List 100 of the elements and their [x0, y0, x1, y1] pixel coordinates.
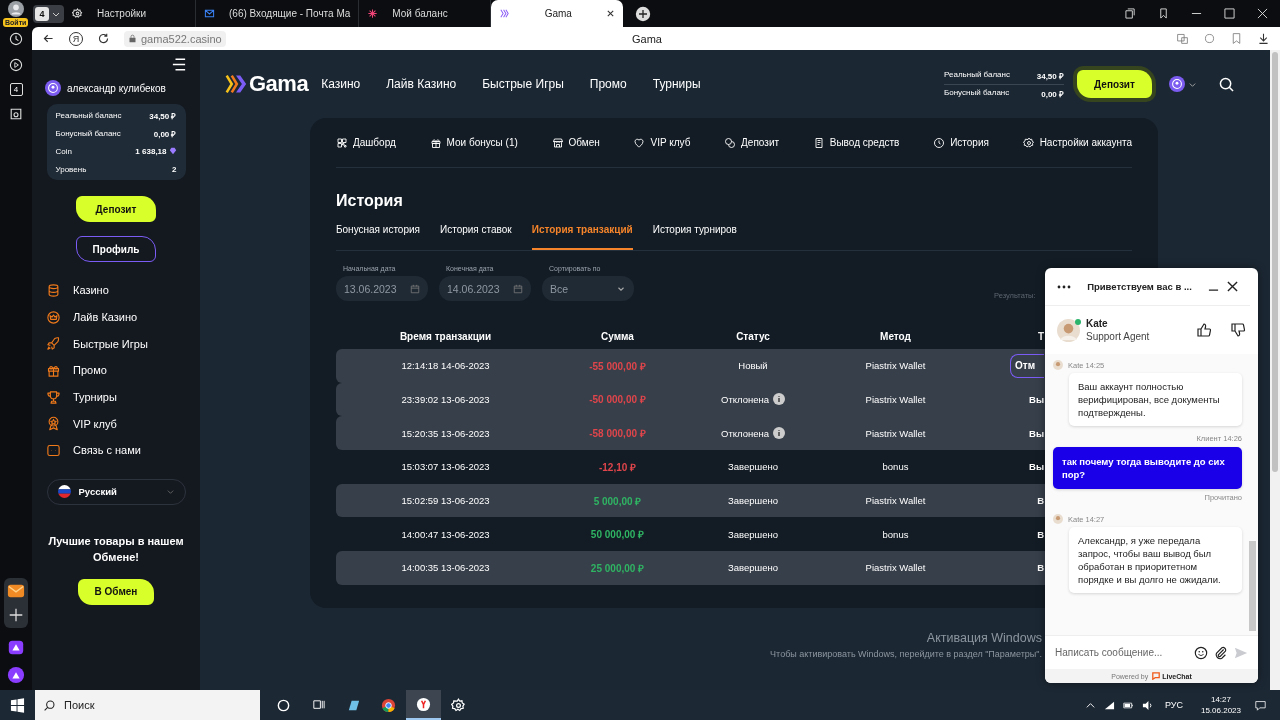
extension-icon[interactable]	[1203, 32, 1216, 45]
back-icon[interactable]	[42, 32, 55, 45]
history-tab[interactable]: История транзакций	[531, 219, 633, 250]
nav-link[interactable]: Быстрые Игры	[482, 77, 564, 91]
exchange-button[interactable]: В Обмен	[78, 578, 154, 605]
volume-icon[interactable]	[1141, 699, 1153, 711]
account-tab[interactable]: VIP клуб	[633, 136, 691, 149]
address-field[interactable]: gama522.casino	[124, 30, 226, 47]
balance-label: Реальный баланс	[55, 110, 122, 120]
account-tab[interactable]: Дашборд	[336, 136, 396, 149]
thumbs-up-icon[interactable]	[1196, 322, 1212, 338]
battery-icon[interactable]	[1122, 699, 1134, 711]
reload-icon[interactable]	[97, 32, 110, 45]
download-icon[interactable]	[1257, 32, 1270, 45]
info-icon[interactable]	[773, 427, 785, 440]
nav-item[interactable]: Лайв Казино	[46, 303, 148, 331]
table-cell-text: 15:02:59 13-06-2023	[400, 495, 491, 506]
nav-link[interactable]: Промо	[589, 77, 627, 91]
tab-count-badge[interactable]: 4	[9, 83, 23, 96]
table-cell-text: bonus	[881, 528, 910, 540]
profile-button[interactable]: Профиль	[76, 236, 156, 262]
history-tab[interactable]: История ставок	[440, 219, 512, 250]
clock-time[interactable]: 14:27	[1210, 694, 1231, 705]
chrome-icon[interactable]	[381, 697, 396, 713]
cortana-icon[interactable]	[276, 697, 291, 713]
browser-app-icon[interactable]	[416, 696, 431, 712]
table-cell-text: Piastrix Wallet	[864, 360, 927, 372]
logo-icon[interactable]	[225, 73, 247, 95]
more-icon[interactable]	[1057, 284, 1071, 289]
attachment-icon[interactable]	[1214, 645, 1228, 660]
assistant-icon[interactable]	[7, 666, 25, 684]
account-tab[interactable]: История	[933, 136, 989, 149]
nav-item[interactable]: VIP клуб	[46, 410, 148, 438]
app-icon[interactable]	[7, 638, 25, 656]
account-tab[interactable]: Настройки аккаунта	[1022, 136, 1132, 149]
language-indicator[interactable]: РУС	[1164, 700, 1183, 710]
coins-icon	[724, 136, 737, 149]
nav-item[interactable]: Казино	[46, 277, 148, 304]
account-tab[interactable]: Депозит	[724, 136, 780, 149]
sort-select[interactable]: Все	[542, 276, 634, 301]
trophy-icon	[46, 389, 61, 405]
account-tab[interactable]: Вывод средств	[812, 136, 900, 149]
emoji-icon[interactable]	[1194, 645, 1208, 660]
deposit-button[interactable]: Депозит	[76, 196, 156, 222]
user-name: александр кулибеков	[67, 82, 166, 94]
calendar-icon[interactable]	[410, 283, 420, 294]
history-tab[interactable]: Бонусная история	[336, 219, 420, 250]
date-field[interactable]: 13.06.2023	[336, 276, 428, 301]
camera-icon[interactable]	[8, 106, 24, 122]
copy-icon[interactable]	[1125, 8, 1136, 19]
nav-item[interactable]: Быстрые Игры	[46, 330, 148, 358]
info-icon[interactable]	[773, 393, 785, 406]
search-icon[interactable]	[1219, 76, 1234, 92]
nav-item[interactable]: Промо	[46, 357, 148, 384]
balance-value: 1 638,18	[135, 146, 167, 156]
user-icon[interactable]	[45, 80, 61, 96]
nav-link[interactable]: Лайв Казино	[386, 77, 457, 91]
bookmark-icon[interactable]	[1158, 8, 1169, 19]
flower-icon	[367, 8, 379, 19]
user-icon[interactable]	[1169, 76, 1185, 92]
thumbs-down-icon[interactable]	[1230, 322, 1246, 338]
wifi-icon[interactable]	[1103, 699, 1115, 711]
search-icon	[43, 698, 56, 712]
translate-icon[interactable]	[1176, 32, 1189, 45]
nav-link[interactable]: Казино	[321, 77, 361, 91]
notification-icon[interactable]	[1255, 699, 1266, 711]
calendar-icon[interactable]	[513, 283, 523, 294]
play-icon[interactable]	[8, 57, 24, 73]
balance-label: Бонусный баланс	[55, 128, 121, 138]
date-field[interactable]: 14.06.2023	[439, 276, 531, 301]
plus-icon[interactable]	[635, 5, 652, 22]
balance-value: 2	[172, 164, 177, 174]
menu-icon[interactable]	[172, 58, 186, 71]
nav-link[interactable]: Турниры	[652, 77, 701, 91]
account-tab[interactable]: Обмен	[551, 136, 600, 149]
message-field[interactable]: Написать сообщение...	[1055, 647, 1188, 658]
close-icon[interactable]	[1227, 281, 1238, 292]
account-tab[interactable]: Мои бонусы (1)	[429, 136, 518, 149]
maximize-icon[interactable]	[1224, 8, 1235, 19]
cancel-button[interactable]: Отм	[1010, 353, 1044, 378]
tab-count-button[interactable]: 4	[33, 4, 64, 23]
clock-date[interactable]: 15.06.2023	[1200, 705, 1241, 716]
clock-icon[interactable]	[8, 31, 24, 47]
avatar	[1053, 360, 1063, 370]
mail-app-icon[interactable]	[7, 582, 25, 600]
scrollbar-thumb[interactable]	[1272, 52, 1278, 472]
scrollbar-thumb[interactable]	[1249, 541, 1256, 631]
nav-item[interactable]: Связь с нами	[46, 437, 148, 464]
browser-tab[interactable]: Gama	[491, 0, 624, 27]
plus-icon[interactable]	[7, 606, 25, 624]
history-tab[interactable]: История турниров	[652, 219, 737, 250]
avatar-icon[interactable]	[8, 1, 24, 17]
logo-text[interactable]: Gama	[249, 71, 309, 97]
windows-icon[interactable]	[10, 697, 25, 713]
balance-label: Уровень	[55, 164, 87, 174]
table-cell-text: bonus	[881, 461, 910, 473]
settings-icon[interactable]	[451, 697, 466, 713]
close-icon[interactable]	[606, 9, 616, 18]
search-field[interactable]: Поиск	[35, 690, 260, 720]
nav-item[interactable]: Турниры	[46, 383, 148, 411]
